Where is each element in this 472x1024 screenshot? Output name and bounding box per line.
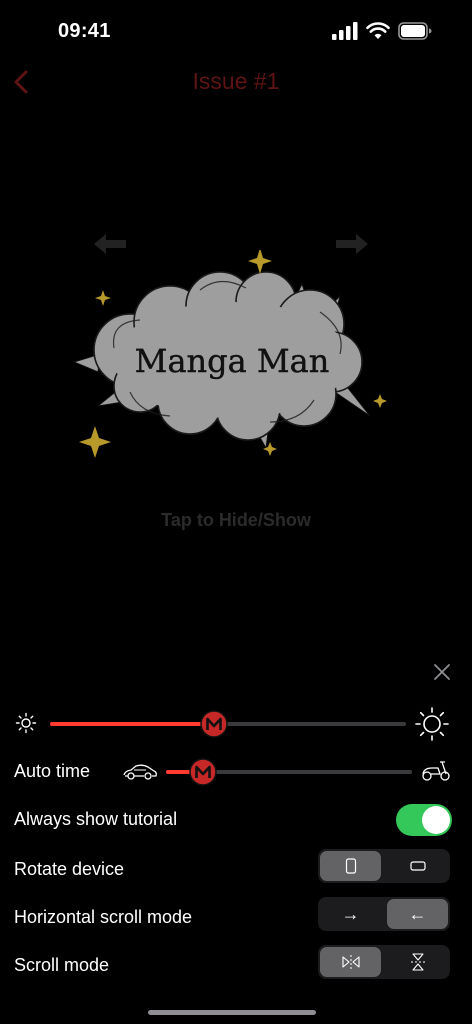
scroll-mode-segmented-control — [318, 945, 450, 979]
rotate-portrait-option[interactable] — [320, 851, 381, 881]
preview-illustration[interactable]: Manga Man — [70, 248, 400, 460]
status-time: 09:41 — [58, 20, 111, 42]
auto-time-slider-thumb[interactable] — [189, 758, 217, 786]
portrait-icon — [345, 858, 356, 874]
page-title: Issue #1 — [192, 68, 280, 94]
tutorial-row: Always show tutorial — [0, 796, 472, 844]
logo-text: Manga Man — [135, 342, 330, 380]
speech-bubble-graphic: Manga Man — [72, 248, 387, 458]
sun-small-icon — [15, 712, 37, 734]
wifi-icon — [366, 22, 390, 39]
sun-large-icon — [415, 707, 449, 741]
scroll-mode-label: Scroll mode — [14, 955, 110, 975]
scroll-right-option[interactable]: → — [320, 899, 381, 929]
horizontal-scroll-segmented-control: → ← — [318, 897, 450, 931]
scroll-mode-row: Scroll mode — [0, 942, 472, 990]
scroll-mode-horizontal-option[interactable] — [320, 947, 381, 977]
landscape-icon — [409, 861, 426, 871]
home-indicator[interactable] — [148, 1010, 316, 1015]
rotate-landscape-option[interactable] — [387, 851, 448, 881]
rotate-label: Rotate device — [14, 859, 125, 879]
brightness-row — [0, 700, 472, 746]
horizontal-scroll-row: Horizontal scroll mode → ← — [0, 894, 472, 942]
horizontal-flip-icon — [341, 955, 360, 969]
status-icons — [332, 22, 432, 40]
car-icon — [123, 764, 157, 780]
tap-hint: Tap to Hide/Show — [161, 510, 311, 530]
auto-time-row: Auto time — [0, 748, 472, 796]
toggle-knob — [422, 806, 450, 834]
scroll-mode-vertical-option[interactable] — [387, 947, 448, 977]
battery-icon — [398, 22, 432, 40]
vertical-flip-icon — [410, 953, 425, 971]
brightness-slider-fill — [50, 722, 214, 726]
rotate-row: Rotate device — [0, 846, 472, 894]
tutorial-toggle[interactable] — [396, 804, 452, 836]
nav-bar: Issue #1 — [0, 60, 472, 104]
status-bar: 09:41 — [0, 0, 472, 60]
scooter-icon — [422, 761, 450, 781]
brightness-slider-thumb[interactable] — [200, 710, 228, 738]
rotate-segmented-control — [318, 849, 450, 883]
close-icon[interactable] — [432, 662, 452, 682]
signal-icon — [332, 22, 358, 40]
tutorial-label: Always show tutorial — [14, 809, 178, 829]
horizontal-scroll-label: Horizontal scroll mode — [14, 907, 193, 927]
scroll-left-option[interactable]: ← — [387, 899, 448, 929]
auto-time-label: Auto time — [14, 761, 91, 781]
